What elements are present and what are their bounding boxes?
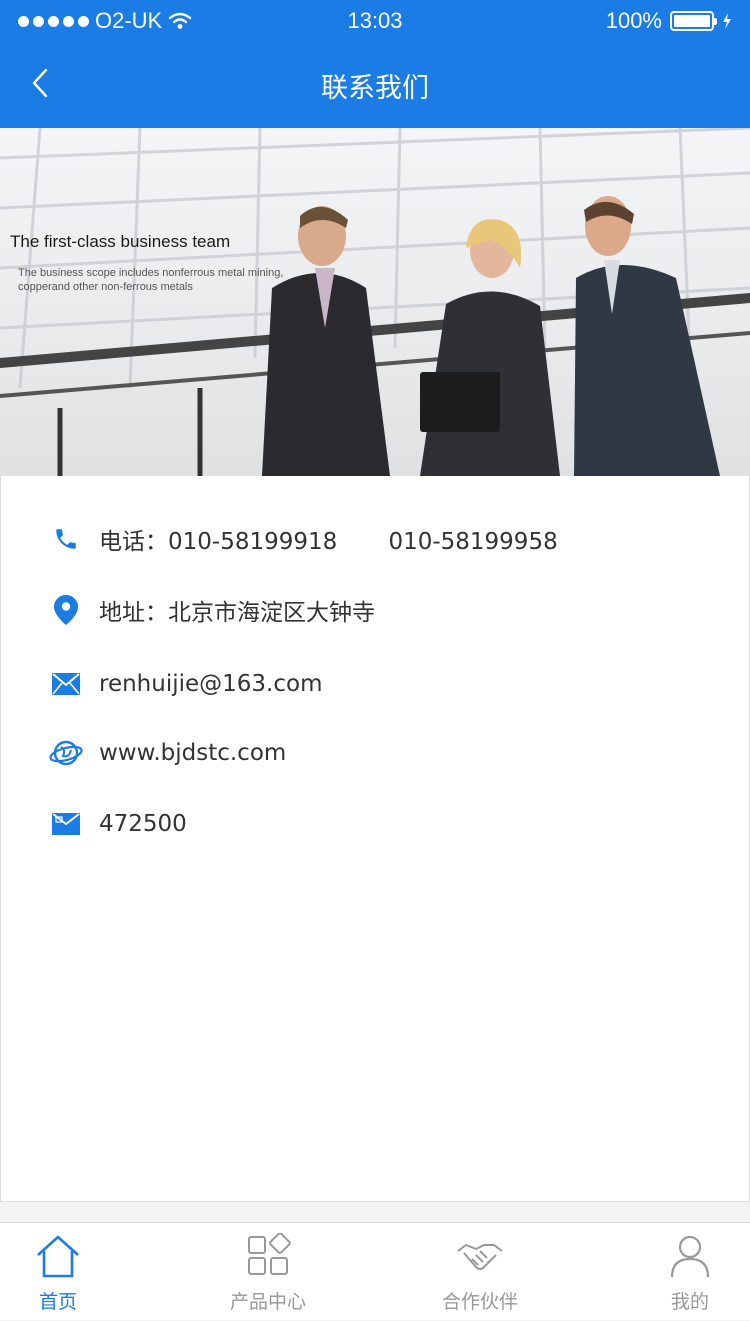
phone-row[interactable]: 电话：010-58199918 010-58199958 <box>49 522 558 556</box>
user-icon <box>670 1235 710 1278</box>
postcode-row[interactable]: 472500 <box>49 807 187 841</box>
battery-status: 100% <box>606 8 732 34</box>
website-text: www.bjdstc.com <box>99 740 287 766</box>
handshake-icon <box>457 1244 503 1270</box>
tab-products[interactable]: 产品中心 <box>188 1223 348 1321</box>
tab-home-label: 首页 <box>38 1291 77 1313</box>
business-team-photo <box>0 128 750 476</box>
battery-icon <box>670 11 717 31</box>
tab-partners-label: 合作伙伴 <box>441 1291 518 1313</box>
phone-icon <box>49 522 83 556</box>
tab-products-label: 产品中心 <box>229 1291 306 1313</box>
banner-subtext: The business scope includes nonferrous m… <box>18 267 284 293</box>
tab-home[interactable]: 首页 <box>0 1223 138 1321</box>
home-icon <box>37 1235 79 1278</box>
tab-profile[interactable]: 我的 <box>610 1223 750 1321</box>
charging-icon <box>723 13 731 29</box>
contact-info-panel: 电话：010-58199918 010-58199958 地址：北京市海淀区大钟… <box>0 476 750 1202</box>
status-bar: O2-UK 13:03 100% <box>0 0 750 40</box>
email-row[interactable]: renhuijie@163.com <box>49 667 323 701</box>
navigation-bar: 联系我们 <box>0 40 750 128</box>
phone-text: 电话：010-58199918 010-58199958 <box>99 529 558 555</box>
grid-icon <box>248 1233 291 1275</box>
address-row[interactable]: 地址：北京市海淀区大钟寺 <box>49 593 375 627</box>
tab-profile-label: 我的 <box>670 1291 709 1313</box>
tab-partners[interactable]: 合作伙伴 <box>400 1223 560 1321</box>
address-text: 地址：北京市海淀区大钟寺 <box>99 600 375 626</box>
page-title: 联系我们 <box>321 73 429 104</box>
email-icon <box>49 667 83 701</box>
postcode-icon <box>49 807 83 841</box>
postcode-text: 472500 <box>99 811 187 837</box>
battery-percent: 100% <box>605 8 662 33</box>
email-text: renhuijie@163.com <box>99 671 323 697</box>
bottom-tab-bar: 首页 产品中心 合作伙伴 我的 <box>0 1222 750 1320</box>
website-row[interactable]: www.bjdstc.com <box>49 736 286 770</box>
hero-banner: The first-class business team The busine… <box>0 128 750 476</box>
globe-icon <box>49 736 83 770</box>
location-pin-icon <box>49 593 83 627</box>
banner-headline: The first-class business team <box>10 232 231 251</box>
